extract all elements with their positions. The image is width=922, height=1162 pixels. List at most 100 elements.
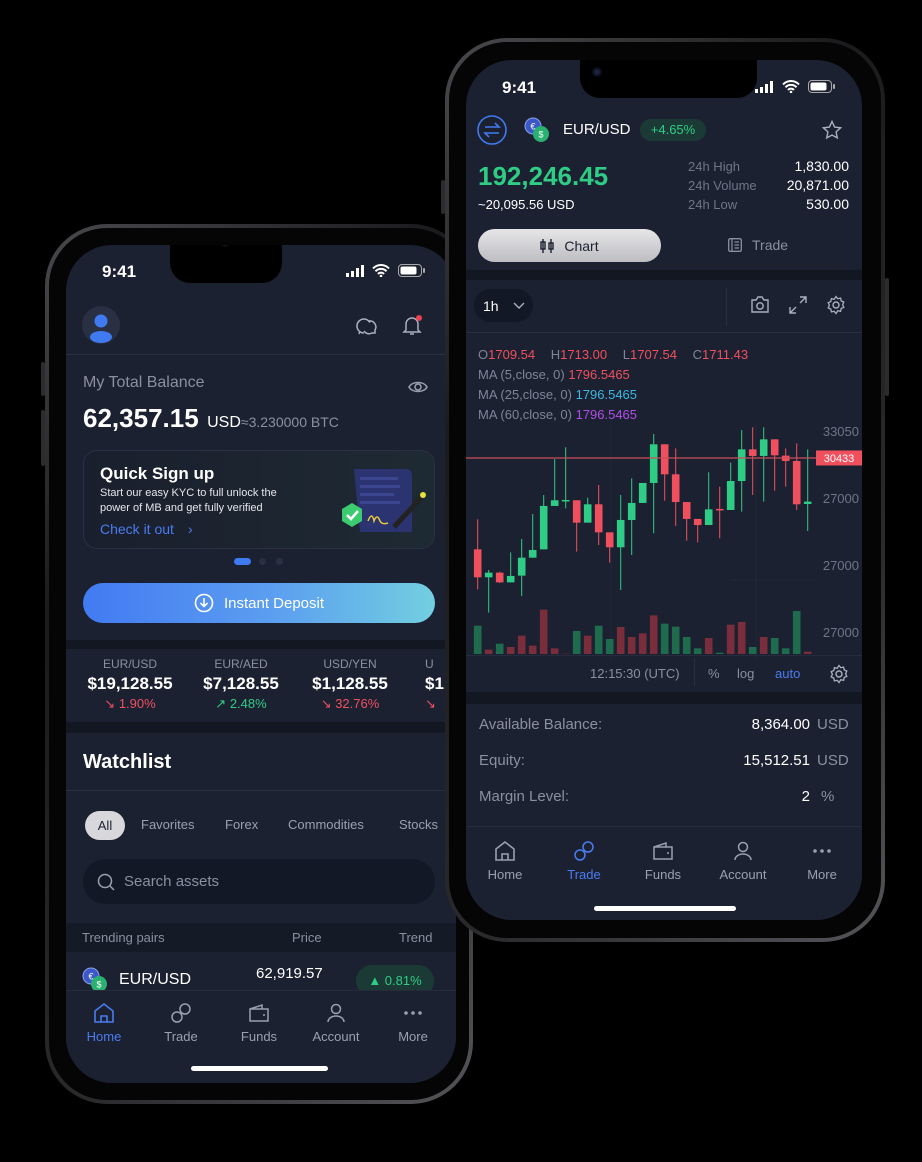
interval-dropdown[interactable]: 1h [474,289,533,322]
account-icon [327,1003,345,1023]
candle [660,444,669,501]
candle [506,552,515,583]
stat-label: 24h High [688,159,741,174]
volume-bar [682,637,691,654]
right-phone-screen: 9:41 € $ EUR/USD +4.65% 192,246.45 ~20,09… [466,60,862,920]
nav-more[interactable]: More [378,1001,448,1044]
ticker-item[interactable]: EUR/AED $7,128.55 ↗ 2.48% [191,657,291,712]
filter-chip-commodities[interactable]: Commodities [288,817,364,832]
volume-bar [748,647,757,654]
nav-funds[interactable]: Funds [628,839,698,882]
candle [484,569,493,613]
candle [594,485,603,546]
chevron-right-icon: › [187,521,193,537]
volume-bar [495,643,504,654]
candle [539,495,548,550]
nav-trade[interactable]: Trade [549,839,619,882]
carousel-dot-active[interactable] [234,558,251,565]
candle [550,459,559,506]
candle [737,429,746,512]
log-scale-button[interactable]: log [737,666,754,681]
carousel-dot[interactable] [276,558,283,565]
home-icon [495,840,515,861]
avatar[interactable] [82,306,120,344]
auto-scale-button[interactable]: auto [775,666,800,681]
nav-trade[interactable]: Trade [146,1001,216,1044]
star-icon[interactable] [822,120,842,140]
carousel-dot[interactable] [259,558,266,565]
candle-body [737,449,746,481]
stat-value: 20,871.00 [786,177,849,193]
candle-body [583,504,592,523]
pair-price: 62,919.57 [256,965,323,982]
volume-bar [660,623,669,654]
volume-bar [583,635,592,654]
swap-icon[interactable] [477,115,507,145]
chat-icon[interactable] [355,313,379,337]
table-row[interactable]: € $ EUR/USD 62,919.57 ▲ 0.81% [66,952,456,997]
nav-account[interactable]: Account [708,839,778,882]
candlestick-icon [540,238,555,253]
battery-icon [398,264,425,277]
promo-card[interactable]: Quick Sign up Start our easy KYC to full… [83,450,435,549]
promo-text: Start our easy KYC to full unlock the [100,487,277,499]
percent-scale-button[interactable]: % [708,666,720,681]
nav-home[interactable]: Home [69,1001,139,1044]
filter-chip-all[interactable]: All [85,811,125,840]
column-header-trend: Trend [399,930,433,945]
search-input[interactable]: Search assets [83,859,435,904]
filter-chip-favorites[interactable]: Favorites [141,817,194,832]
eye-icon[interactable] [408,379,428,395]
balance-label: Available Balance: [479,716,603,733]
volume-bar [594,625,603,654]
candle-body [517,557,526,576]
svg-text:$: $ [538,130,543,140]
more-icon [813,849,831,853]
avatar-icon [90,314,112,343]
promo-link[interactable]: Check it out › [100,521,193,537]
y-tick-label: 27000 [823,558,859,573]
filter-chip-stocks[interactable]: Stocks [399,817,438,832]
chart-time-label: 12:15:30 (UTC) [590,666,680,681]
chart-settings-icon[interactable] [829,664,849,684]
pair-name: EUR/USD [563,121,631,138]
tab-chart[interactable]: Chart [478,229,661,262]
filter-chip-forex[interactable]: Forex [225,817,258,832]
candlestick-chart[interactable]: 30433 33050 27000 27000 27000 [466,425,862,660]
status-time: 9:41 [102,262,137,281]
candle-body [649,444,658,483]
signal-icon [346,265,364,277]
nav-more[interactable]: More [787,839,857,882]
volume-bar [770,638,779,654]
bell-icon[interactable] [400,313,424,337]
candle-body [704,509,713,526]
volume-bar [781,648,790,654]
candle-body [605,532,614,548]
right-phone-side-button [441,180,445,214]
nav-account[interactable]: Account [301,1001,371,1044]
candle-body [792,461,801,505]
nav-home[interactable]: Home [470,839,540,882]
ticker-item[interactable]: EUR/USD $19,128.55 ↘ 1.90% [80,657,180,712]
fullscreen-icon[interactable] [788,295,808,315]
tab-trade[interactable]: Trade [728,237,788,253]
volume-bar [484,649,493,654]
ticker-item[interactable]: USD/YEN $1,128.55 ↘ 32.76% [300,657,400,712]
notch [580,60,757,98]
volume-bar [759,637,768,654]
nav-funds[interactable]: Funds [224,1001,294,1044]
candle [572,500,581,552]
candle-body [627,502,636,520]
candle-body [693,518,702,526]
volume-bar [693,648,702,654]
candle [495,571,504,584]
camera-icon[interactable] [750,295,770,314]
settings-icon[interactable] [826,295,846,315]
candle [616,495,625,590]
equity-label: Equity: [479,752,525,769]
candle-body [671,474,680,503]
balance-amount: 62,357.15 USD≈3.230000 BTC [83,403,339,433]
instant-deposit-button[interactable]: Instant Deposit [83,583,435,623]
equity-unit: USD [817,752,849,769]
candle [726,462,735,510]
